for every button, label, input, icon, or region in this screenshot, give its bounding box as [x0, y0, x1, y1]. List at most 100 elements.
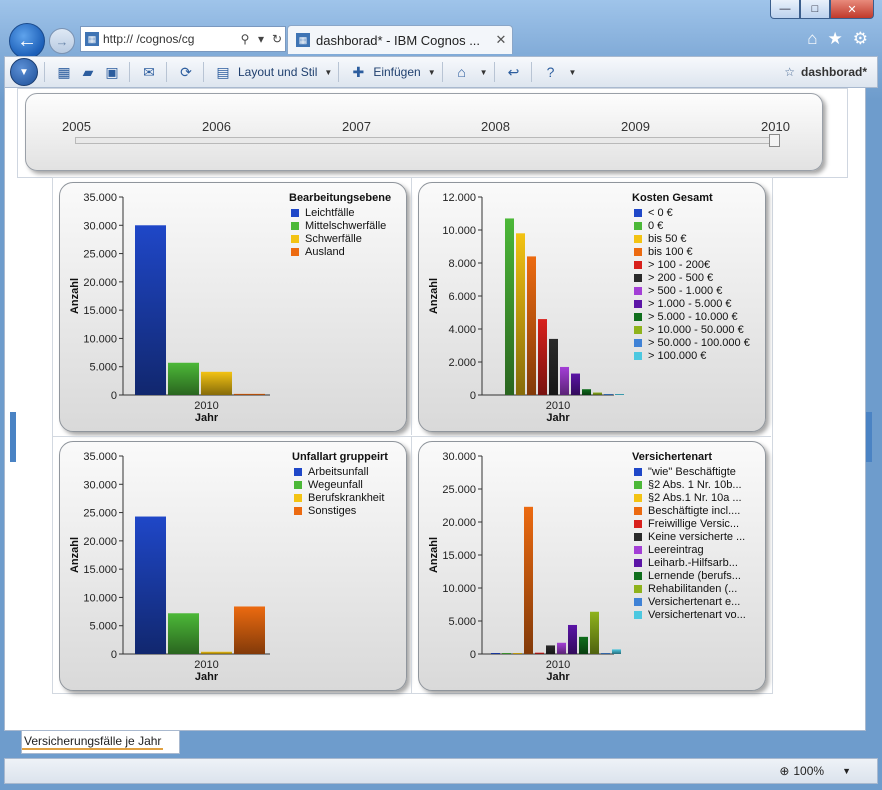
gear-icon[interactable]: ⚙: [853, 29, 868, 49]
legend-label: Arbeitsunfall: [308, 465, 369, 478]
legend-swatch: [634, 312, 642, 321]
bar: [502, 653, 511, 654]
save-icon[interactable]: ▣: [101, 61, 123, 83]
refresh-dashboard-icon[interactable]: ⟳: [175, 61, 197, 83]
y-tick-label: 20.000: [442, 517, 476, 529]
legend-label: §2 Abs. 1 Nr. 10b...: [648, 478, 742, 491]
legend-swatch: [294, 467, 302, 476]
legend-item: Keine versicherte ...: [632, 530, 746, 543]
layout-icon: ▤: [216, 63, 230, 80]
chevron-down-icon: ▼: [568, 67, 577, 77]
right-panel-grip[interactable]: [866, 412, 872, 462]
bar: [234, 393, 265, 395]
toolbar-separator: [203, 62, 204, 82]
legend-swatch: [634, 597, 642, 606]
minimize-button[interactable]: —: [770, 0, 800, 19]
y-tick-label: 12.000: [442, 192, 476, 204]
browser-tab[interactable]: ▦ dashborad* - IBM Cognos ... ✕: [287, 25, 513, 54]
chart-panel-kosten-gesamt[interactable]: 0 2.000 4.000 6.000 8.000 10.000 12.000 2010 Jah…: [418, 182, 766, 432]
star-icon[interactable]: ★: [828, 29, 843, 49]
legend-label: 0 €: [648, 219, 664, 232]
legend-swatch: [634, 584, 642, 593]
zoom-control[interactable]: ⊕ 100% ▼: [779, 764, 851, 778]
chevron-down-icon: ▼: [324, 67, 333, 77]
y-tick-label: 8.000: [448, 258, 476, 270]
app-menu-button[interactable]: ▼: [10, 58, 38, 86]
tab-favicon-icon: ▦: [296, 33, 310, 47]
bar: [546, 645, 555, 654]
left-panel-grip[interactable]: [10, 412, 16, 462]
chart-panel-unfallart[interactable]: 0 5.000 10.000 15.000 20.000 25.000 30.000 35.0…: [59, 441, 407, 691]
legend-swatch: [634, 260, 642, 269]
chart-cell: 0 5.000 10.000 15.000 20.000 25.000 30.000 2010…: [411, 436, 771, 694]
bar: [491, 653, 500, 654]
bar: [201, 371, 232, 395]
legend-swatch: [294, 493, 302, 502]
slider-year-label: 2010: [761, 119, 790, 134]
dropdown-icon[interactable]: ▾: [253, 32, 269, 46]
legend-swatch: [291, 234, 299, 243]
y-tick-label: 5.000: [89, 362, 117, 374]
y-tick-label: 30.000: [83, 479, 117, 491]
year-slider-panel: 2005 2006 2007 2008 2009 2010: [25, 93, 823, 171]
email-icon[interactable]: ✉: [138, 61, 160, 83]
legend-swatch: [634, 467, 642, 476]
forward-button[interactable]: →: [49, 28, 75, 54]
legend-label: Keine versicherte ...: [648, 530, 746, 543]
legend-label: Versichertenart e...: [648, 595, 741, 608]
return-icon[interactable]: ↩: [503, 61, 525, 83]
tab-title: dashborad* - IBM Cognos ...: [316, 32, 481, 48]
bar: [135, 225, 166, 395]
chevron-down-icon: ▼: [479, 67, 488, 77]
y-tick-label: 10.000: [83, 333, 117, 345]
chart-legend: Bearbeitungsebene Leichtfälle Mittelschw…: [289, 192, 391, 258]
legend-item: bis 50 €: [632, 232, 750, 245]
home-menu[interactable]: ⌂ ▼: [449, 61, 488, 83]
legend-label: bis 50 €: [648, 232, 687, 245]
toolbar-separator: [441, 62, 443, 82]
chart-legend: Kosten Gesamt < 0 € 0 € bis 50 € bis 100…: [632, 192, 750, 362]
document-title: dashborad*: [800, 65, 867, 79]
new-dashboard-icon[interactable]: ▦: [53, 61, 75, 83]
legend-label: Leiharb.-Hilfsarb...: [648, 556, 738, 569]
search-icon[interactable]: ⚲: [237, 32, 253, 46]
refresh-icon[interactable]: ↻: [269, 32, 285, 46]
chart-legend: Unfallart gruppeirt Arbeitsunfall Wegeun…: [292, 451, 388, 517]
maximize-button[interactable]: □: [800, 0, 830, 19]
legend-label: > 50.000 - 100.000 €: [648, 336, 750, 349]
open-folder-icon[interactable]: ▰: [77, 61, 99, 83]
dashboard-tab[interactable]: Versicherungsfälle je Jahr: [21, 731, 180, 754]
chart-grid: 0 5.000 10.000 15.000 20.000 25.000 30.000 35.0…: [52, 177, 773, 694]
address-url[interactable]: http:// /cognos/cg: [103, 32, 237, 46]
year-slider-container: 2005 2006 2007 2008 2009 2010: [17, 88, 848, 178]
legend-swatch: [634, 273, 642, 282]
legend-label: Ausland: [305, 245, 345, 258]
legend-label: > 5.000 - 10.000 €: [648, 310, 738, 323]
y-tick-label: 10.000: [442, 225, 476, 237]
y-tick-label: 0: [470, 649, 476, 661]
chart-panel-bearbeitungsebene[interactable]: 0 5.000 10.000 15.000 20.000 25.000 30.000 35.0…: [59, 182, 407, 432]
insert-menu[interactable]: ✚ Einfügen ▼: [345, 61, 435, 83]
bar: [601, 653, 610, 654]
back-button[interactable]: ←: [9, 23, 45, 59]
y-tick-label: 35.000: [83, 451, 117, 463]
legend-item: "wie" Beschäftigte: [632, 465, 746, 478]
y-tick-label: 0: [111, 649, 117, 661]
layout-style-menu[interactable]: ▤ Layout und Stil ▼: [210, 61, 332, 83]
close-window-button[interactable]: ✕: [830, 0, 874, 19]
y-tick-label: 20.000: [83, 277, 117, 289]
help-menu[interactable]: ? ▼: [538, 61, 577, 83]
legend-label: Rehabilitanden (...: [648, 582, 738, 595]
tab-close-icon[interactable]: ✕: [490, 32, 512, 48]
chart-panel-versichertenart[interactable]: 0 5.000 10.000 15.000 20.000 25.000 30.000 2010…: [418, 441, 766, 691]
favorite-star-icon[interactable]: ☆: [784, 65, 795, 79]
address-bar[interactable]: ▦ http:// /cognos/cg ⚲ ▾ ↻: [80, 26, 286, 52]
slider-thumb[interactable]: [769, 134, 780, 147]
legend-item: < 0 €: [632, 206, 750, 219]
slider-track[interactable]: [75, 137, 777, 144]
bar: [234, 606, 265, 654]
legend-swatch: [634, 234, 642, 243]
y-tick-label: 4.000: [448, 324, 476, 336]
home-icon[interactable]: ⌂: [807, 29, 817, 49]
y-axis-title: Anzahl: [428, 537, 440, 573]
